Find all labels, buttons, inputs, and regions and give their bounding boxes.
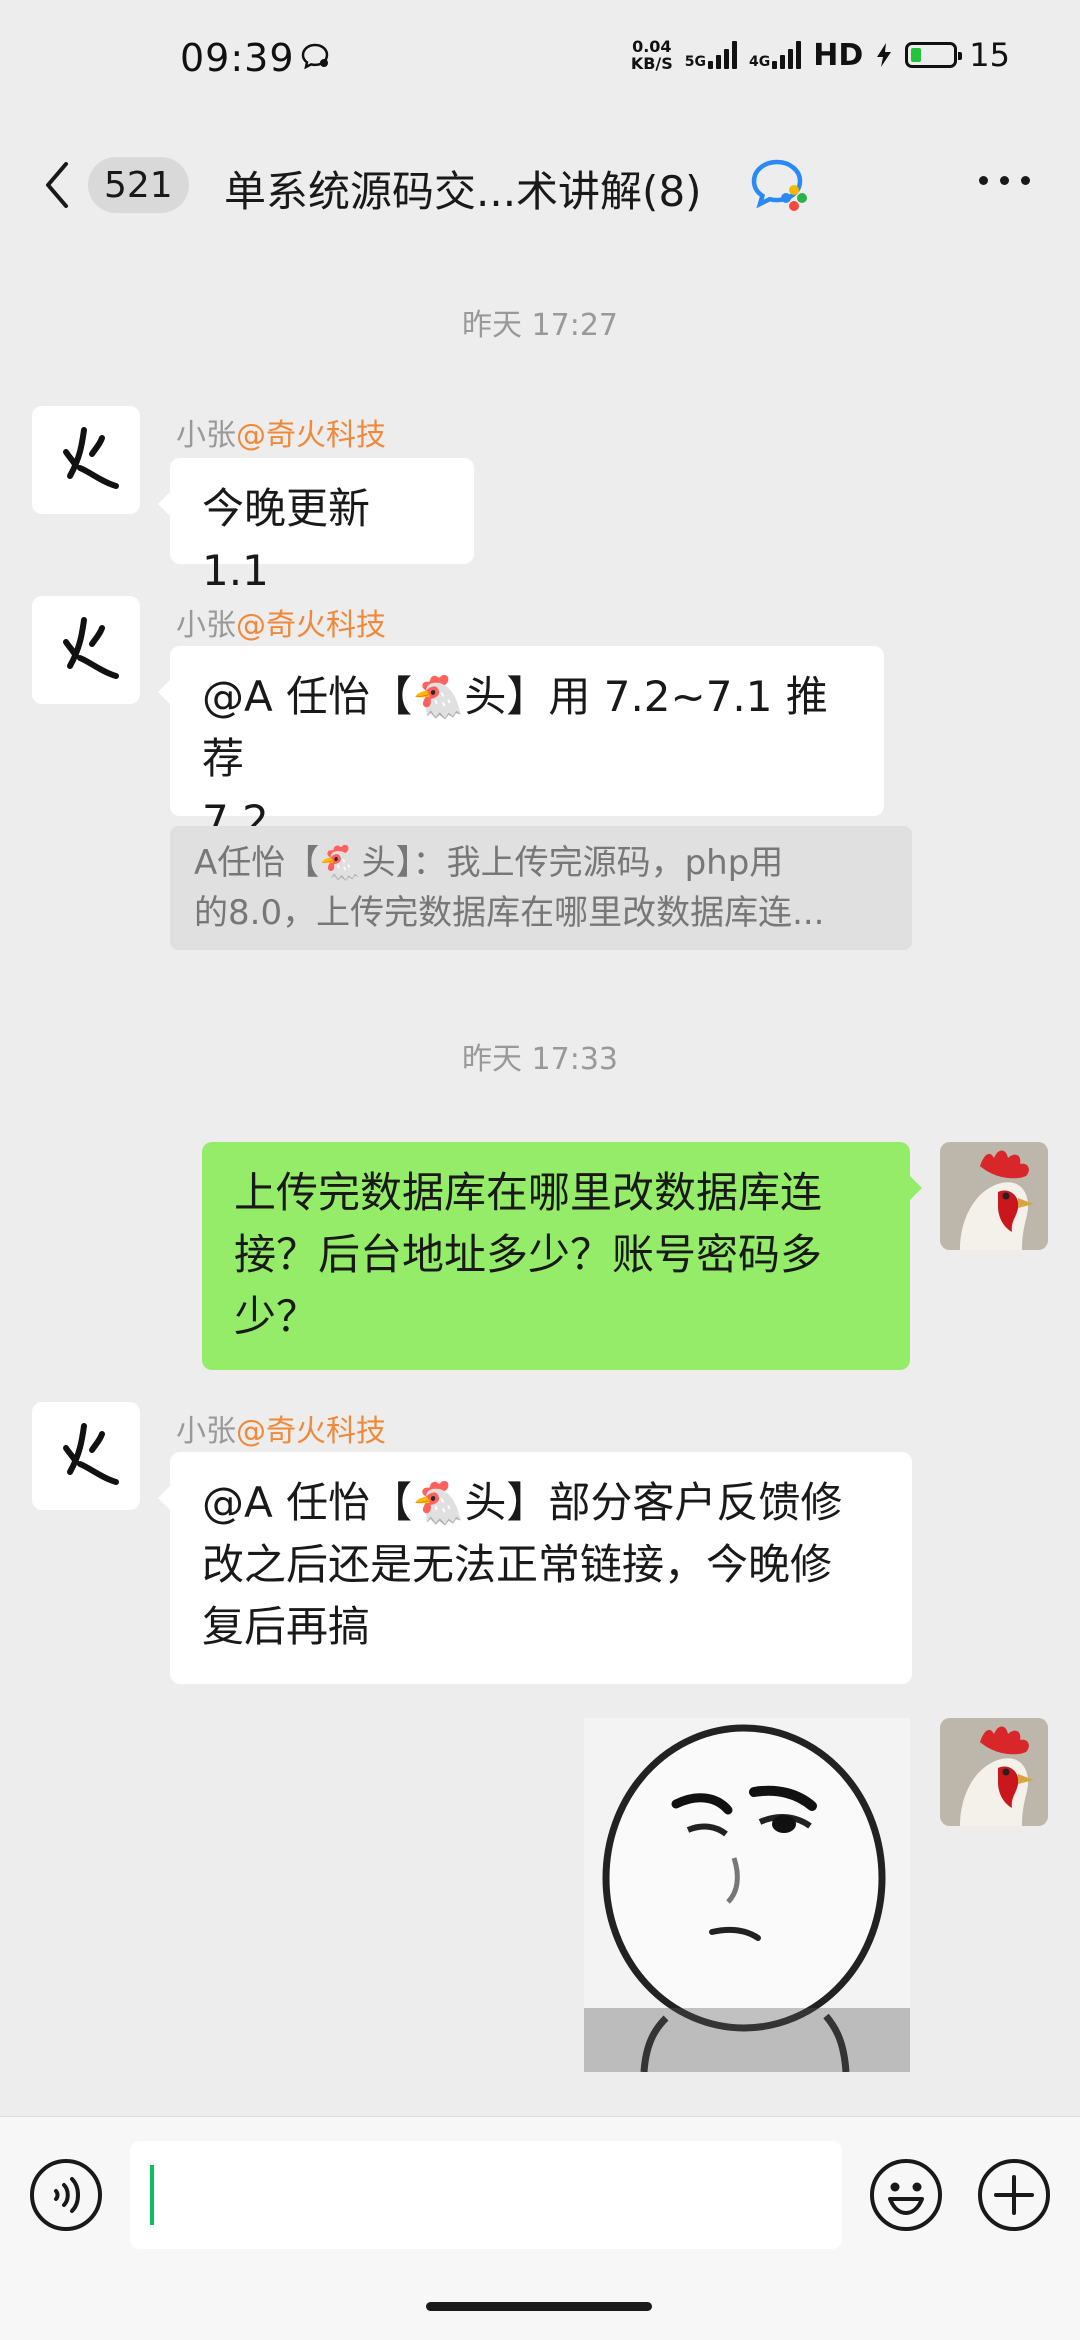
message-bubble[interactable]: @A 任怡【🐔头】用 7.2~7.1 推荐 7.2 (158, 646, 884, 845)
net-label-5g: 5G (684, 54, 707, 70)
calligraphy-avatar-icon (63, 617, 119, 679)
speed-unit: KB/S (630, 54, 673, 73)
message-text-line: 复后再搞 (202, 1602, 371, 1651)
message-text-line: 改之后还是无法正常链接，今晚修 (202, 1540, 833, 1589)
calligraphy-avatar-icon (63, 1423, 119, 1485)
sender-display-name: 小张 (176, 608, 236, 643)
sender-avatar[interactable] (32, 1402, 140, 1510)
more-options-icon[interactable] (979, 176, 1030, 185)
sender-org: @奇火科技 (236, 608, 386, 643)
signal-bars-icon (708, 41, 738, 69)
emoji-icon[interactable] (868, 2157, 944, 2237)
self-avatar[interactable] (940, 1142, 1048, 1250)
battery-level: 15 (969, 36, 1010, 74)
sender-display-name: 小张 (176, 418, 236, 453)
message-input[interactable] (130, 2141, 842, 2249)
quoted-message[interactable]: A任怡【🐔头】：我上传完源码，php用 的8.0，上传完数据库在哪里改数据库连.… (170, 826, 912, 950)
enterprise-group-icon (750, 156, 812, 218)
signal-bars-icon (772, 41, 802, 69)
home-indicator[interactable] (426, 2302, 652, 2311)
meme-face-sticker-icon (584, 1718, 910, 2072)
signal-4g: 4G (749, 41, 802, 70)
timestamp-label: 昨天 17:33 (462, 1042, 618, 1077)
sender-avatar[interactable] (32, 596, 140, 704)
status-time: 09:39 (180, 36, 295, 80)
message-text-line: @A 任怡【🐔头】部分客户反馈修 (202, 1478, 843, 1527)
unread-count-badge[interactable]: 521 (88, 157, 189, 213)
message-text-line: 上传完数据库在哪里改数据库连 (234, 1168, 823, 1217)
sender-name: 小张@奇火科技 (176, 1406, 386, 1450)
sender-org: @奇火科技 (236, 1414, 386, 1449)
voice-input-icon[interactable] (28, 2157, 104, 2237)
sender-org: @奇火科技 (236, 418, 386, 453)
sender-avatar[interactable] (32, 406, 140, 514)
message-notification-icon (300, 42, 330, 74)
sender-display-name: 小张 (176, 1414, 236, 1449)
signal-5g: 5G (684, 41, 738, 70)
message-text-line: 少？ (234, 1292, 319, 1341)
sender-name: 小张@奇火科技 (176, 410, 386, 454)
message-text: 今晚更新 1.1 (202, 484, 371, 595)
message-text-line: @A 任怡【🐔头】用 7.2~7.1 推荐 (202, 672, 828, 783)
self-message-bubble[interactable]: 上传完数据库在哪里改数据库连 接？后台地址多少？账号密码多 少？ (202, 1142, 922, 1370)
message-bubble[interactable]: 今晚更新 1.1 (158, 458, 474, 595)
hd-voice-badge: HD (813, 37, 864, 73)
battery-icon (905, 42, 963, 68)
calligraphy-avatar-icon (63, 427, 119, 489)
chat-title: 单系统源码交...术讲解(8) (224, 167, 702, 216)
speed-value: 0.04 (632, 37, 672, 56)
charging-icon (877, 43, 892, 67)
sticker-image[interactable] (584, 1718, 910, 2072)
net-label-4g: 4G (749, 54, 771, 70)
self-avatar[interactable] (940, 1718, 1048, 1826)
timestamp-label: 昨天 17:27 (462, 308, 618, 343)
network-speed: 0.04 KB/S (631, 38, 673, 72)
quote-text-line: A任怡【🐔头】：我上传完源码，php用 (194, 843, 784, 883)
quote-text-line: 的8.0，上传完数据库在哪里改数据库连... (194, 893, 825, 933)
text-caret (150, 2165, 154, 2225)
rooster-avatar-icon (940, 1718, 1048, 1826)
back-icon[interactable] (40, 158, 74, 216)
status-bar: 09:39 0.04 KB/S 5G 4G HD 15 (0, 0, 1080, 120)
more-functions-icon[interactable] (976, 2157, 1052, 2237)
message-bubble[interactable]: @A 任怡【🐔头】部分客户反馈修 改之后还是无法正常链接，今晚修 复后再搞 (158, 1452, 912, 1684)
rooster-avatar-icon (940, 1142, 1048, 1250)
sender-name: 小张@奇火科技 (176, 600, 386, 644)
nav-bar: 521 单系统源码交...术讲解(8) (0, 130, 1080, 240)
message-text-line: 接？后台地址多少？账号密码多 (234, 1230, 823, 1279)
